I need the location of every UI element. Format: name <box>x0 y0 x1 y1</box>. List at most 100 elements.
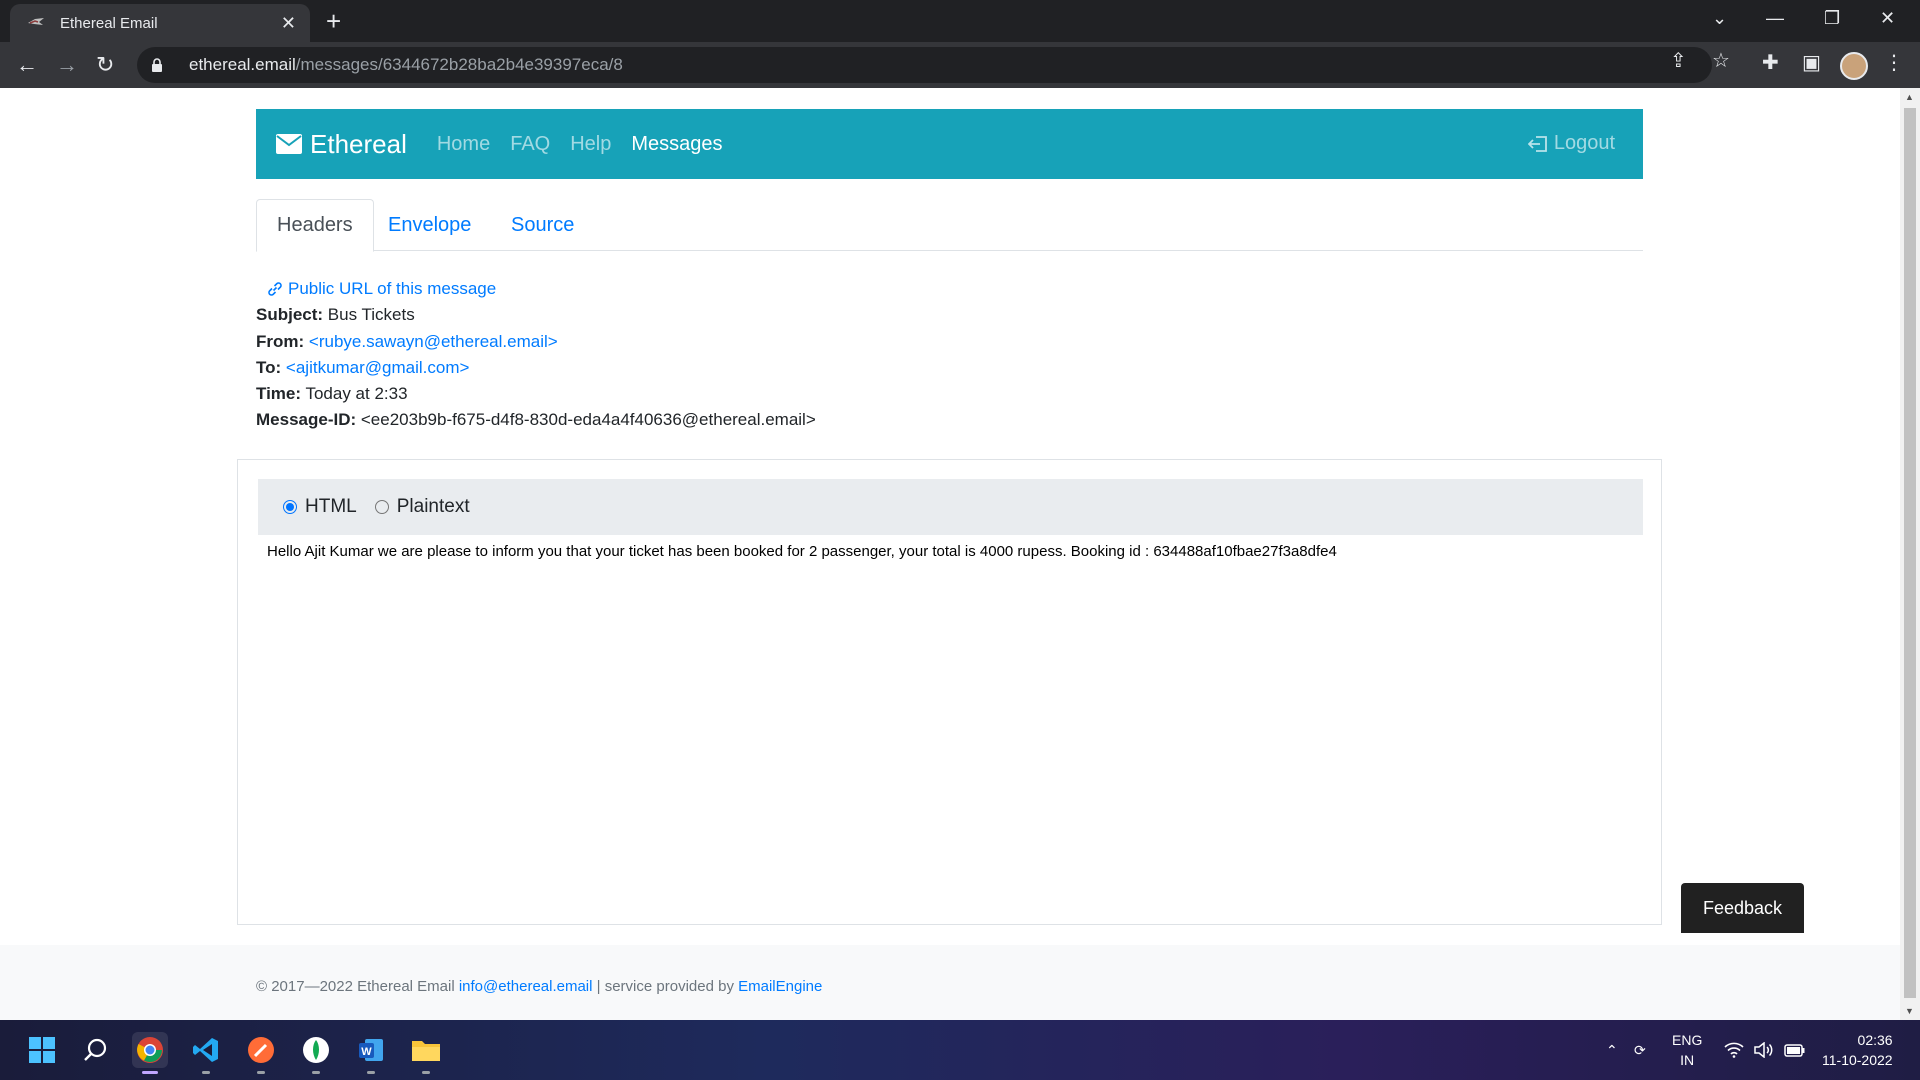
browser-tabbar: Ethereal Email ✕ + ⌄ — ❐ ✕ <box>0 0 1920 42</box>
scroll-up-icon[interactable]: ▲ <box>1905 92 1914 102</box>
time-label: Time: <box>256 384 302 404</box>
explorer-indicator <box>422 1071 430 1074</box>
language-indicator[interactable]: ENG IN <box>1672 1030 1702 1070</box>
search-icon[interactable] <box>78 1032 114 1068</box>
windows-start-icon[interactable] <box>24 1032 60 1068</box>
page-scrollbar[interactable]: ▲ ▼ <box>1900 88 1920 1020</box>
show-hidden-icons-icon[interactable]: ⌃ <box>1606 1020 1618 1080</box>
clock-date: 11-10-2022 <box>1822 1052 1893 1068</box>
chrome-icon[interactable] <box>132 1032 168 1074</box>
footer-separator: | service provided by <box>592 978 739 995</box>
lang-bottom: IN <box>1680 1052 1695 1068</box>
bookmark-star-icon[interactable]: ☆ <box>1712 48 1730 73</box>
message-headers: Public URL of this message Subject: Bus … <box>256 276 816 434</box>
forward-icon[interactable]: → <box>56 52 78 78</box>
share-icon[interactable]: ⇪ <box>1670 48 1687 73</box>
from-label: From: <box>256 331 305 351</box>
nav-faq[interactable]: FAQ <box>510 133 550 156</box>
time-value: Today at 2:33 <box>305 384 408 404</box>
ethereal-favicon-icon <box>26 13 46 33</box>
footer-email-link[interactable]: info@ethereal.email <box>459 978 593 995</box>
message-tabs: Headers Envelope Source <box>256 199 1643 252</box>
html-radio[interactable] <box>283 500 297 514</box>
message-id-row: Message-ID: <ee203b9b-f675-d4f8-830d-eda… <box>256 407 816 433</box>
browser-toolbar: ← → ↻ ethereal.email/messages/6344672b28… <box>0 42 1920 88</box>
from-link[interactable]: <rubye.sawayn@ethereal.email> <box>309 332 558 351</box>
logout-link[interactable]: Logout <box>1527 132 1615 155</box>
format-selector: HTML Plaintext <box>258 479 1643 535</box>
scroll-down-icon[interactable]: ▼ <box>1905 1006 1914 1016</box>
tab-search-chevron-icon[interactable]: ⌄ <box>1712 8 1727 29</box>
nav-home[interactable]: Home <box>437 133 490 156</box>
clock-time: 02:36 <box>1857 1032 1893 1048</box>
reload-icon[interactable]: ↻ <box>96 52 114 78</box>
from-row: From: <rubye.sawayn@ethereal.email> <box>256 329 816 355</box>
url-path: /messages/6344672b28ba2b4e39397eca/8 <box>295 55 623 74</box>
taskbar: W ⌃ ⟳ ENG IN 02:36 11-10-2022 <box>0 1020 1920 1080</box>
tab-source[interactable]: Source <box>491 199 594 252</box>
chrome-active-indicator <box>142 1071 158 1074</box>
plaintext-radio-label[interactable]: Plaintext <box>397 496 470 518</box>
lang-top: ENG <box>1672 1032 1703 1048</box>
footer-provider-link[interactable]: EmailEngine <box>738 978 822 995</box>
back-icon[interactable]: ← <box>16 52 38 78</box>
html-radio-label[interactable]: HTML <box>305 496 357 518</box>
footer-text: © 2017—2022 Ethereal Email info@ethereal… <box>256 978 822 995</box>
system-clock[interactable]: 02:36 11-10-2022 <box>1822 1030 1893 1070</box>
postman-indicator <box>257 1071 265 1074</box>
message-id-value: <ee203b9b-f675-d4f8-830d-eda4a4f40636@et… <box>360 410 816 430</box>
word-icon[interactable]: W <box>353 1032 389 1074</box>
to-row: To: <ajitkumar@gmail.com> <box>256 355 816 381</box>
to-label: To: <box>256 357 282 377</box>
message-body: Hello Ajit Kumar we are please to inform… <box>267 543 1337 560</box>
mongodb-indicator <box>312 1071 320 1074</box>
nav-messages[interactable]: Messages <box>631 133 722 156</box>
mongodb-compass-icon[interactable] <box>298 1032 334 1074</box>
tab-headers[interactable]: Headers <box>256 199 374 252</box>
tab-envelope[interactable]: Envelope <box>368 199 491 252</box>
envelope-icon <box>276 134 302 154</box>
profile-avatar[interactable] <box>1840 52 1868 80</box>
logout-label: Logout <box>1553 132 1615 154</box>
battery-icon[interactable] <box>1784 1020 1806 1080</box>
logout-icon <box>1527 135 1548 153</box>
wifi-icon[interactable] <box>1724 1020 1744 1080</box>
nav-help[interactable]: Help <box>570 133 611 156</box>
restore-icon[interactable]: ❐ <box>1824 8 1840 29</box>
lock-icon <box>151 58 173 72</box>
link-icon <box>266 280 284 298</box>
feedback-button[interactable]: Feedback <box>1681 883 1804 933</box>
volume-icon[interactable] <box>1754 1020 1774 1080</box>
vscode-icon[interactable] <box>188 1032 224 1074</box>
file-explorer-icon[interactable] <box>408 1032 444 1074</box>
page-content: Ethereal Home FAQ Help Messages Logout H… <box>0 88 1900 1020</box>
menu-kebab-icon[interactable]: ⋮ <box>1884 50 1904 75</box>
close-window-icon[interactable]: ✕ <box>1880 8 1895 29</box>
svg-text:W: W <box>361 1046 372 1058</box>
minimize-icon[interactable]: — <box>1766 8 1784 29</box>
vscode-indicator <box>202 1071 210 1074</box>
postman-icon[interactable] <box>243 1032 279 1074</box>
subject-label: Subject: <box>256 305 324 325</box>
extensions-icon[interactable]: ✚ <box>1762 50 1779 75</box>
address-bar[interactable]: ethereal.email/messages/6344672b28ba2b4e… <box>137 47 1712 83</box>
plaintext-radio[interactable] <box>374 500 389 514</box>
to-link[interactable]: <ajitkumar@gmail.com> <box>286 358 470 377</box>
public-url-label: Public URL of this message <box>288 279 497 298</box>
word-indicator <box>367 1071 375 1074</box>
tab-close-icon[interactable]: ✕ <box>281 13 296 34</box>
site-navbar: Ethereal Home FAQ Help Messages Logout <box>256 109 1643 179</box>
sync-icon[interactable]: ⟳ <box>1634 1020 1646 1080</box>
subject-value: Bus Tickets <box>327 305 415 325</box>
footer: © 2017—2022 Ethereal Email info@ethereal… <box>0 945 1900 1020</box>
browser-tab[interactable]: Ethereal Email ✕ <box>10 4 310 42</box>
url-host: ethereal.email <box>189 55 296 74</box>
brand[interactable]: Ethereal <box>276 129 407 160</box>
message-id-label: Message-ID: <box>256 410 357 430</box>
side-panel-icon[interactable]: ▣ <box>1802 50 1821 75</box>
brand-name: Ethereal <box>310 128 407 159</box>
public-url-link[interactable]: Public URL of this message <box>256 276 816 302</box>
message-card: HTML Plaintext Hello Ajit Kumar we are p… <box>237 459 1662 925</box>
new-tab-icon[interactable]: + <box>326 6 341 36</box>
scrollbar-thumb[interactable] <box>1904 108 1916 998</box>
